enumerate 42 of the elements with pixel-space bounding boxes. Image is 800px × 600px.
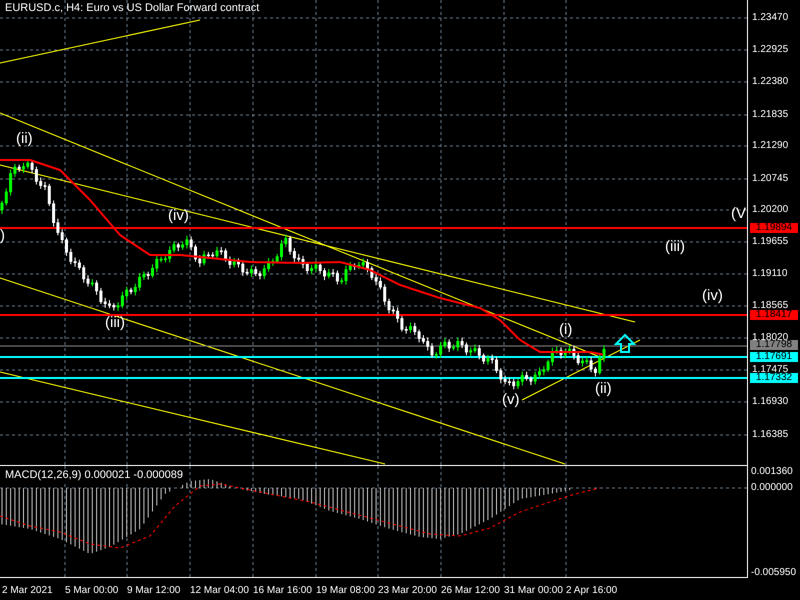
time-axis-label: 19 Mar 08:00 [316, 585, 375, 597]
time-axis-label: 2 Apr 16:00 [566, 585, 618, 597]
macd-axis-label: 0.001360 [751, 466, 793, 478]
price-axis-label: 1.21835 [752, 109, 788, 121]
price-axis-label: 1.19110 [752, 268, 788, 280]
wave-label: (i) [559, 321, 572, 339]
price-axis-label: 1.19655 [752, 236, 788, 248]
time-axis-label: 12 Mar 04:00 [190, 585, 249, 597]
price-axis-label: 1.18565 [752, 300, 788, 311]
wave-label: (V [731, 205, 746, 223]
time-axis-label: 9 Mar 12:00 [127, 585, 180, 597]
wave-label: (v) [502, 391, 520, 409]
time-axis-label: 26 Mar 12:00 [441, 585, 500, 597]
chart-title: EURUSD.c, H4: Euro vs US Dollar Forward contract [5, 2, 260, 15]
wave-label: (ii) [595, 380, 612, 398]
price-axis-label: 1.22380 [752, 76, 788, 88]
time-axis-label: 16 Mar 16:00 [253, 585, 312, 597]
price-axis-label: 1.21290 [752, 140, 788, 152]
price-axis-label: 1.16930 [752, 396, 788, 408]
price-axis-label: 1.20200 [752, 204, 788, 216]
wave-label: (iii) [105, 314, 125, 332]
price-tag: 1.17798 [750, 340, 798, 350]
time-axis-label: 23 Mar 20:00 [378, 585, 437, 597]
price-axis-label: 1.22925 [752, 44, 788, 56]
wave-label: ) [0, 227, 5, 245]
macd-axis-label: 0.000000 [751, 482, 793, 494]
price-axis-label: 1.23470 [752, 12, 788, 24]
price-tag: 1.19894 [750, 223, 798, 233]
time-axis-label: 31 Mar 00:00 [504, 585, 563, 597]
macd-axis-label: -0.005950 [751, 567, 796, 579]
price-axis-label: 1.16385 [752, 429, 788, 441]
price-tag: 1.17691 [750, 352, 798, 362]
wave-label: (iv) [702, 287, 723, 305]
price-tag: 1.18417 [750, 310, 798, 320]
wave-label: (ii) [16, 130, 33, 148]
macd-label: MACD(12,26,9) 0.000021 -0.000089 [5, 469, 183, 482]
wave-label: (iii) [665, 238, 685, 256]
wave-label: (iv) [168, 207, 189, 225]
time-axis-label: 2 Mar 2021 [2, 585, 53, 597]
price-tag: 1.17332 [750, 373, 798, 383]
time-axis-label: 5 Mar 00:00 [65, 585, 118, 597]
price-axis-label: 1.20745 [752, 173, 788, 185]
